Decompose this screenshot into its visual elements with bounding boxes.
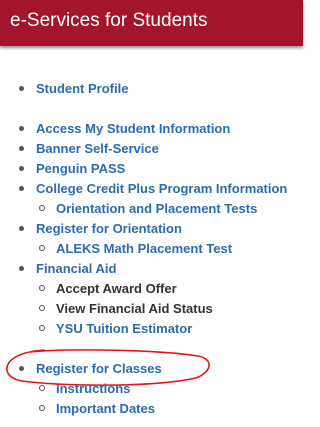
bullet-icon <box>39 205 45 211</box>
link-penguin-pass[interactable]: Penguin PASS <box>36 161 125 177</box>
link-orientation-and-placement-tests[interactable]: Orientation and Placement Tests <box>56 201 257 217</box>
text-view-financial-aid-status: View Financial Aid Status <box>56 301 213 316</box>
link-register-for-classes[interactable]: Register for Classes <box>36 361 162 377</box>
link-register-for-orientation[interactable]: Register for Orientation <box>36 221 182 237</box>
link-financial-aid[interactable]: Financial Aid <box>36 261 116 277</box>
bullet-icon <box>39 305 45 311</box>
bullet-icon <box>39 245 45 251</box>
bullet-icon <box>19 86 24 91</box>
bullet-icon <box>39 385 45 391</box>
link-aleks-math-placement-test[interactable]: ALEKS Math Placement Test <box>56 241 232 257</box>
link-ysu-tuition-estimator[interactable]: YSU Tuition Estimator <box>56 321 192 337</box>
text-accept-award-offer: Accept Award Offer <box>56 281 177 296</box>
bullet-icon <box>19 126 24 131</box>
bullet-icon <box>19 226 24 231</box>
link-access-my-student-information[interactable]: Access My Student Information <box>36 121 230 137</box>
page-title: e-Services for Students <box>10 10 208 31</box>
link-college-credit-plus[interactable]: College Credit Plus Program Information <box>36 181 287 197</box>
bullet-icon <box>39 325 45 331</box>
page-header: e-Services for Students <box>0 0 303 46</box>
bullet-icon <box>19 266 24 271</box>
bullet-icon <box>39 405 45 411</box>
link-student-profile[interactable]: Student Profile <box>36 81 128 97</box>
bullet-icon <box>19 146 24 151</box>
bullet-icon <box>19 186 24 191</box>
bullet-icon <box>19 166 24 171</box>
bullet-icon <box>19 366 24 371</box>
link-banner-self-service[interactable]: Banner Self-Service <box>36 141 159 157</box>
link-important-dates[interactable]: Important Dates <box>56 401 155 417</box>
link-instructions[interactable]: Instructions <box>56 381 130 397</box>
bullet-icon <box>39 285 45 291</box>
e-services-page: e-Services for Students Student Profile … <box>0 0 303 427</box>
